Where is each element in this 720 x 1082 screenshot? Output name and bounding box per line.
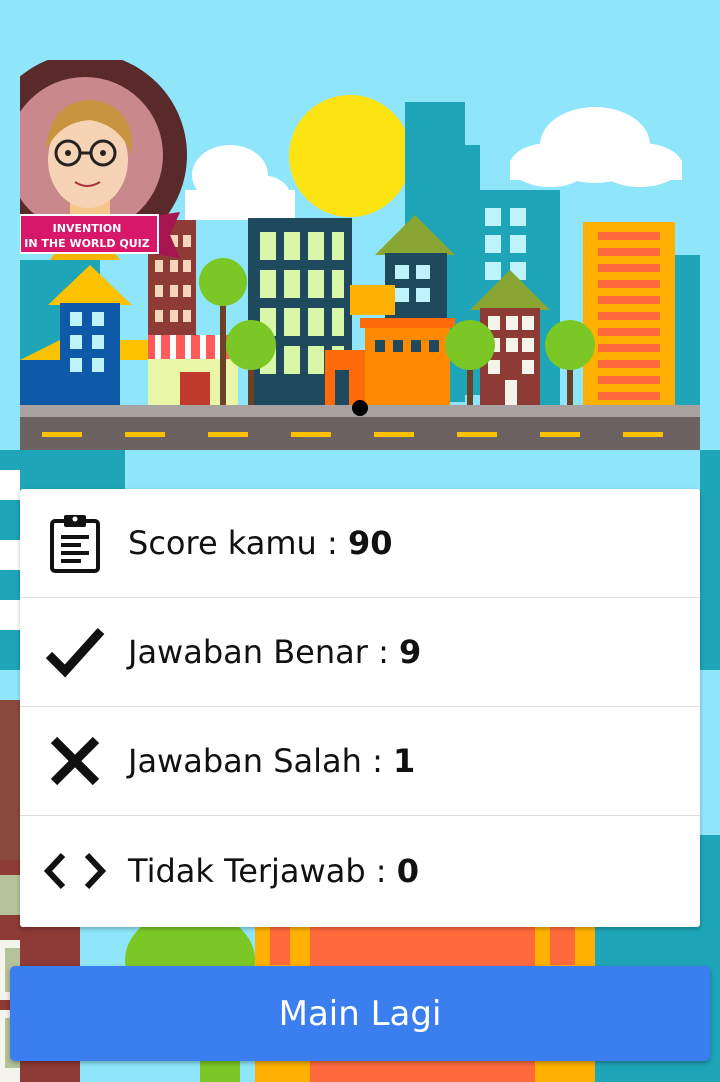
score-row: Score kamu : 90: [20, 489, 700, 598]
city-banner-illustration: INVENTION IN THE WORLD QUIZ: [20, 60, 700, 450]
correct-answers-row: Jawaban Benar : 9: [20, 598, 700, 707]
score-value: 90: [347, 524, 393, 562]
play-again-button[interactable]: Main Lagi: [10, 966, 710, 1061]
unanswered-label: Tidak Terjawab :: [128, 852, 397, 890]
wrong-answers-row: Jawaban Salah : 1: [20, 707, 700, 816]
unanswered-row: Tidak Terjawab : 0: [20, 816, 700, 926]
logo-title-line2: IN THE WORLD QUIZ: [24, 237, 149, 250]
checkmark-icon: [42, 625, 108, 679]
code-brackets-icon: [42, 851, 108, 891]
unanswered-value: 0: [396, 852, 420, 890]
wrong-answers-label: Jawaban Salah :: [128, 742, 394, 780]
score-label: Score kamu :: [128, 524, 348, 562]
correct-answers-text: Jawaban Benar : 9: [128, 633, 421, 671]
wrong-answers-text: Jawaban Salah : 1: [128, 742, 415, 780]
clipboard-icon: [42, 512, 108, 574]
correct-answers-label: Jawaban Benar :: [128, 633, 400, 671]
close-x-icon: [42, 734, 108, 788]
wrong-answers-value: 1: [393, 742, 416, 780]
unanswered-text: Tidak Terjawab : 0: [128, 852, 419, 890]
correct-answers-value: 9: [399, 633, 422, 671]
score-text: Score kamu : 90: [128, 524, 392, 562]
logo-title-line1: INVENTION: [53, 222, 122, 235]
results-card: Score kamu : 90 Jawaban Benar : 9 Jawaba…: [20, 489, 700, 927]
